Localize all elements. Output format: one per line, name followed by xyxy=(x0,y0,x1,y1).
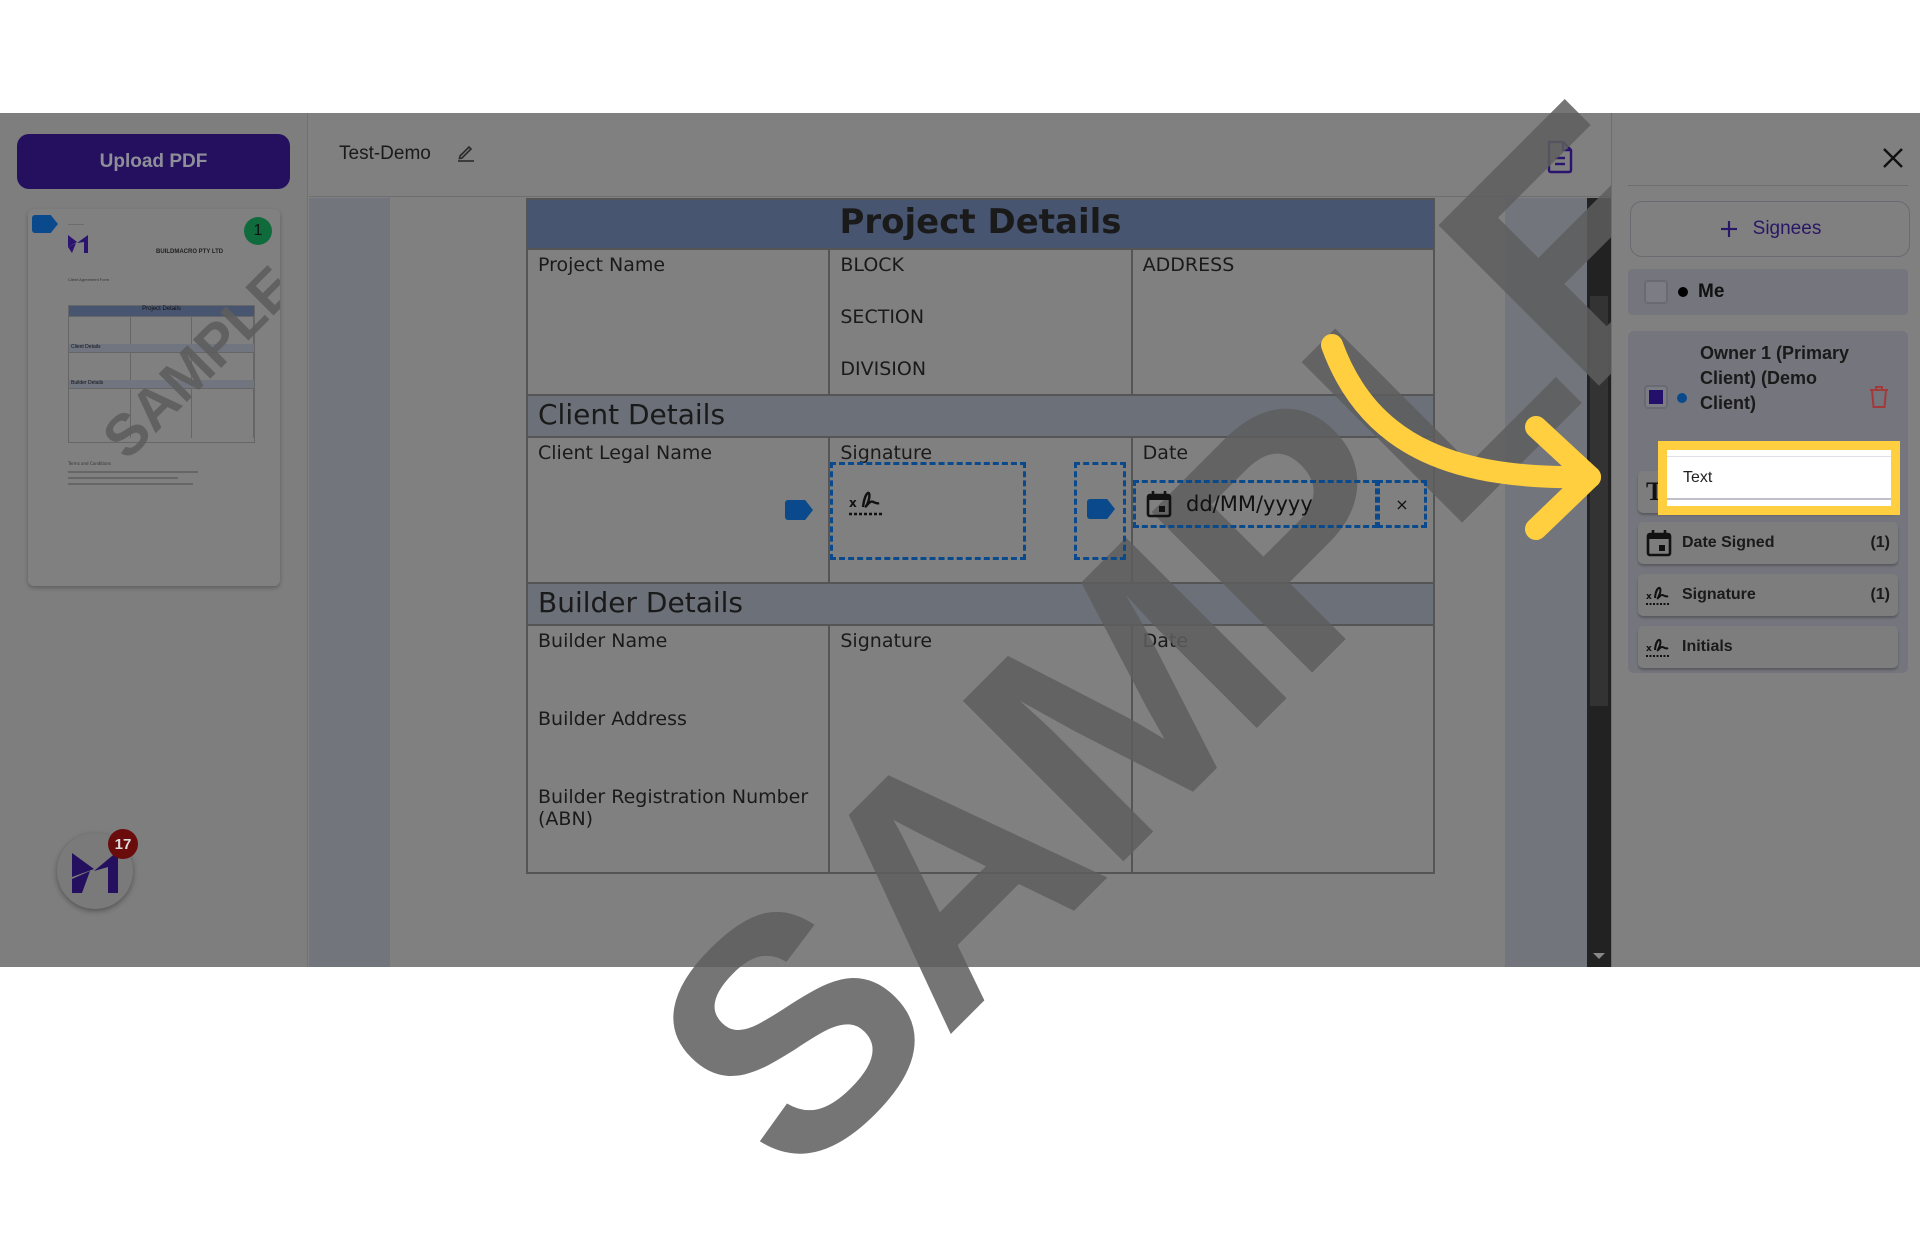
page-thumbnail[interactable]: 1 ———— BUILDMACRO PTY LTD Client Agreeme… xyxy=(28,209,280,586)
field-item-signature[interactable]: x Signature (1) xyxy=(1638,574,1898,616)
builder-signature-label: Signature xyxy=(828,624,1133,874)
highlighted-field-label[interactable]: Text xyxy=(1667,456,1891,500)
close-icon[interactable] xyxy=(1878,143,1908,173)
builder-name-label: Builder Name xyxy=(538,630,668,652)
add-signees-button[interactable]: Signees xyxy=(1630,201,1910,257)
svg-text:x: x xyxy=(1646,592,1652,602)
page-number-badge: 1 xyxy=(244,217,272,245)
panel-divider xyxy=(1628,185,1908,186)
thumb-company-name: BUILDMACRO PTY LTD xyxy=(156,249,224,255)
highlighted-text-field[interactable]: Text xyxy=(1658,441,1900,515)
thumb-form-name: Client Agreement Form xyxy=(68,277,110,282)
signee-item-owner-1[interactable]: Owner 1 (Primary Client) (Demo Client) xyxy=(1628,341,1908,451)
document-topbar: Test-Demo xyxy=(309,113,1611,197)
thumb-terms-line xyxy=(68,477,178,479)
table-title: Project Details xyxy=(526,198,1435,250)
document-icon[interactable] xyxy=(1545,139,1575,175)
field-count: (1) xyxy=(1870,586,1890,603)
plus-icon xyxy=(1720,221,1737,237)
field-label: Initials xyxy=(1682,638,1733,655)
field-item-initials[interactable]: x Initials xyxy=(1638,626,1898,668)
client-details-heading: Client Details xyxy=(526,394,1435,438)
date-field[interactable]: dd/MM/yyyy xyxy=(1133,480,1378,528)
builder-address-label: Builder Address xyxy=(538,708,687,730)
field-count: (1) xyxy=(1870,534,1890,551)
signing-fields-panel: Signees Me Owner 1 (Primary Client) (Dem… xyxy=(1611,113,1920,967)
scrollbar-thumb[interactable] xyxy=(1590,296,1608,706)
signature-field[interactable]: x xyxy=(830,462,1026,560)
builder-details-heading: Builder Details xyxy=(526,582,1435,626)
viewer-scrollbar[interactable] xyxy=(1587,198,1611,967)
thumb-terms-line xyxy=(68,483,193,485)
calendar-icon xyxy=(1646,530,1672,557)
calendar-icon xyxy=(1146,491,1172,518)
field-item-date-signed[interactable]: Date Signed (1) xyxy=(1638,522,1898,564)
company-logo-icon xyxy=(68,235,88,253)
signature-icon: x xyxy=(849,491,883,516)
edit-title-icon[interactable] xyxy=(455,141,477,163)
trash-icon[interactable] xyxy=(1868,385,1890,409)
division-label: DIVISION xyxy=(840,358,927,380)
signee-color-dot xyxy=(1678,287,1688,297)
signee-item-me[interactable]: Me xyxy=(1628,269,1908,315)
signee-name: Owner 1 (Primary Client) (Demo Client) xyxy=(1700,343,1850,413)
date-clear-button[interactable]: × xyxy=(1377,480,1427,528)
document-title: Test-Demo xyxy=(339,143,431,164)
field-tag-icon xyxy=(32,215,58,233)
thumb-terms-title: Terms and Conditions xyxy=(68,461,112,466)
scroll-down-arrow-icon[interactable] xyxy=(1593,953,1605,959)
builder-date-label: Date xyxy=(1130,624,1436,874)
notification-badge: 17 xyxy=(108,829,138,859)
block-label: BLOCK xyxy=(840,254,904,276)
signature-field-handle[interactable] xyxy=(1074,462,1126,560)
field-label: Date Signed xyxy=(1682,534,1775,551)
svg-text:x: x xyxy=(849,496,857,510)
project-location-cell: BLOCK SECTION DIVISION xyxy=(828,248,1133,396)
signee-checkbox[interactable] xyxy=(1644,280,1668,304)
signee-checkbox[interactable] xyxy=(1644,385,1668,409)
signee-color-dot xyxy=(1677,393,1687,403)
address-label: ADDRESS xyxy=(1130,248,1436,396)
upload-pdf-button[interactable]: Upload PDF xyxy=(17,134,290,189)
builder-abn-label: Builder Registration Number (ABN) xyxy=(538,786,809,830)
left-sidebar: Upload PDF 1 ———— BUILDMACRO PTY LTD Cli… xyxy=(0,113,308,967)
svg-text:x: x xyxy=(1646,644,1652,654)
signee-name: Me xyxy=(1698,281,1725,302)
builder-info-cell: Builder Name Builder Address Builder Reg… xyxy=(525,624,831,874)
date-placeholder: dd/MM/yyyy xyxy=(1186,492,1313,516)
project-name-label: Project Name xyxy=(525,248,831,396)
field-tag-icon xyxy=(1087,499,1115,519)
signature-icon: x xyxy=(1646,586,1670,605)
add-signees-label: Signees xyxy=(1752,218,1822,239)
thumb-terms-line xyxy=(68,471,198,473)
initials-icon: x xyxy=(1646,638,1670,657)
thumb-header-text: ———— xyxy=(68,221,84,226)
field-label: Signature xyxy=(1682,586,1756,603)
client-legal-name-label: Client Legal Name xyxy=(525,436,831,584)
section-label: SECTION xyxy=(840,306,925,328)
